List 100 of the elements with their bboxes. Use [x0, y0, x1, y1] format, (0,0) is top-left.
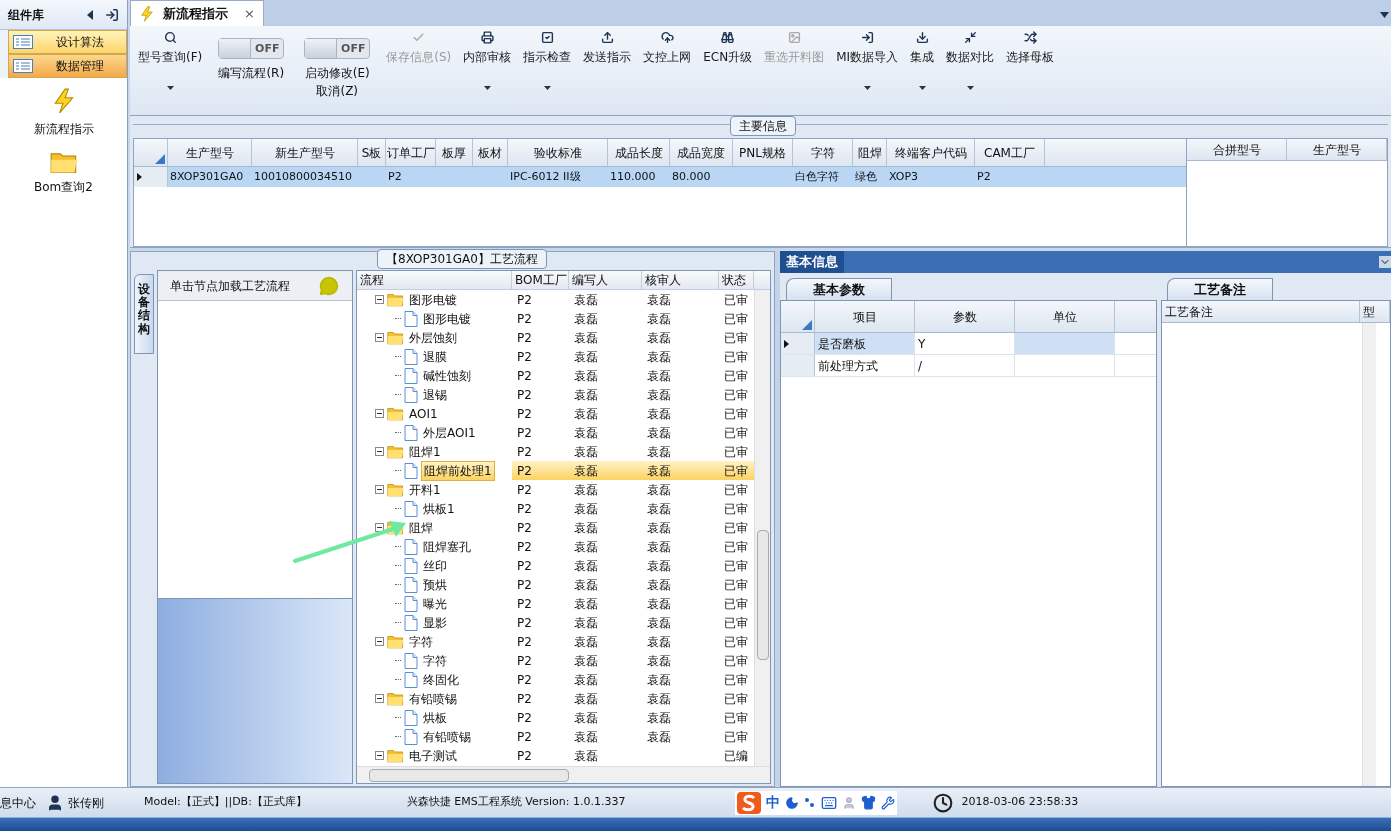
column-header[interactable]: 终端客户代码 [887, 139, 975, 166]
column-header[interactable]: 工艺备注 [1162, 301, 1360, 322]
toolbar-button[interactable]: 内部审核 [459, 26, 516, 66]
collapse-box-icon[interactable] [375, 751, 384, 760]
document-tab[interactable]: 新流程指示 × [130, 0, 264, 26]
column-header[interactable]: 生产型号 [168, 139, 252, 166]
keyboard-icon[interactable] [821, 794, 838, 811]
wrench-icon[interactable] [881, 795, 896, 810]
column-header[interactable]: 板厚 [436, 139, 473, 166]
collapse-box-icon[interactable] [375, 333, 384, 342]
sidebar-item[interactable]: 设计算法 [8, 30, 127, 54]
collapse-left-icon[interactable] [87, 9, 93, 20]
column-header[interactable]: 板材 [473, 139, 508, 166]
toolbar-button[interactable]: 文控上网 [639, 26, 696, 66]
tree-node[interactable]: 有铅喷锡 [421, 727, 473, 746]
column-header[interactable]: 型 [1360, 301, 1390, 322]
close-icon[interactable]: × [244, 3, 255, 24]
toolbar-button[interactable]: 型号查询(F) [134, 26, 207, 66]
sidebar-item[interactable]: 数据管理 [8, 54, 127, 78]
collapse-box-icon[interactable] [375, 523, 384, 532]
toolbar-button[interactable]: 指示检查 [519, 26, 576, 66]
column-header[interactable]: 成品长度 [608, 139, 670, 166]
column-header[interactable]: 状态 [719, 271, 754, 289]
toolbar-button[interactable]: 数据对比 [942, 26, 999, 66]
tree-node[interactable]: 烘板1 [421, 499, 457, 518]
tree-node[interactable]: 曝光 [421, 594, 449, 613]
tree-node[interactable]: AOI1 [407, 404, 440, 423]
tree-node[interactable]: 电子测试 [407, 746, 459, 765]
toolbar-button[interactable]: MI数据导入 [832, 26, 903, 66]
column-header[interactable]: 流程 [357, 271, 512, 289]
tree-node[interactable]: 预烘 [421, 575, 449, 594]
collapse-box-icon[interactable] [375, 485, 384, 494]
collapse-box-icon[interactable] [375, 295, 384, 304]
column-header[interactable]: 核审人 [642, 271, 719, 289]
column-header[interactable]: CAM工厂 [975, 139, 1045, 166]
toolbar-button[interactable]: 发送指示 [579, 26, 636, 66]
tree-node[interactable]: 字符 [407, 632, 435, 651]
column-header[interactable]: 订单工厂 [386, 139, 436, 166]
panel-tab[interactable]: 基本参数 [786, 278, 892, 300]
tree-node[interactable]: 外层AOI1 [421, 423, 478, 442]
column-header[interactable]: 阻焊 [853, 139, 887, 166]
shirt-icon[interactable] [861, 795, 877, 810]
column-header[interactable]: 合拼型号 [1187, 139, 1287, 160]
column-header[interactable]: 字符 [793, 139, 853, 166]
shortcut-button[interactable]: 新流程指示 [33, 86, 94, 138]
toolbar-button[interactable]: 集成 [906, 26, 939, 66]
column-header[interactable]: BOM工厂 [512, 271, 569, 289]
ime-mode[interactable]: 中 [766, 792, 781, 813]
tree-node[interactable]: 开料1 [407, 480, 443, 499]
moon-icon[interactable] [785, 795, 800, 810]
toggle-switch[interactable]: OFF [304, 38, 371, 59]
tree-node[interactable]: 阻焊 [407, 518, 435, 537]
tree-node[interactable]: 烘板 [421, 708, 449, 727]
horizontal-scrollbar[interactable] [357, 766, 770, 783]
tree-node[interactable]: 退锡 [421, 385, 449, 404]
tree-node[interactable]: 图形电镀 [407, 290, 459, 309]
collapse-box-icon[interactable] [375, 637, 384, 646]
tree-node[interactable]: 阻焊塞孔 [421, 537, 473, 556]
panel-tab[interactable]: 基本信息 [780, 251, 844, 273]
vertical-scrollbar[interactable] [1362, 323, 1376, 786]
column-header[interactable]: 编写人 [569, 271, 642, 289]
tree-node[interactable]: 碱性蚀刻 [421, 366, 473, 385]
tree-node[interactable]: 字符 [421, 651, 449, 670]
tree-node[interactable]: 阻焊1 [407, 442, 443, 461]
panel-tab[interactable]: 工艺备注 [1167, 278, 1273, 300]
column-header[interactable]: 生产型号 [1287, 139, 1387, 160]
dropdown-caret-icon[interactable] [483, 86, 491, 90]
ime-toolbar[interactable]: 中 [735, 790, 898, 815]
dropdown-caret-icon[interactable] [918, 86, 926, 90]
table-row[interactable]: 8XOP301GA0 10010800034510 P2 IPC-6012 II级 110.000 80.000 白色字符 绿色 XOP3 P2 [134, 167, 1186, 187]
tree-node[interactable]: 显影 [421, 613, 449, 632]
dropdown-caret-icon[interactable] [166, 86, 174, 90]
toggle-switch[interactable]: OFF [218, 38, 285, 59]
column-header[interactable]: 参数 [915, 301, 1015, 332]
column-header[interactable]: S板 [358, 139, 386, 166]
tree-node[interactable]: 终固化 [421, 670, 461, 689]
column-header[interactable]: 验收标准 [508, 139, 608, 166]
column-header[interactable]: 项目 [815, 301, 915, 332]
row-header[interactable] [781, 333, 815, 354]
collapse-box-icon[interactable] [375, 694, 384, 703]
toolbar-button[interactable]: 选择母板 [1002, 26, 1059, 66]
shortcut-button[interactable]: Bom查询2 [34, 150, 93, 196]
vertical-tab[interactable]: 设备结构 [134, 274, 154, 354]
collapse-box-icon[interactable] [375, 447, 384, 456]
punctuation-icon[interactable] [804, 796, 817, 809]
tree-node[interactable]: 外层蚀刻 [407, 328, 459, 347]
vertical-scrollbar[interactable] [754, 290, 770, 766]
tree-node[interactable]: 阻焊前处理1 [421, 460, 495, 481]
column-header[interactable]: PNL规格 [733, 139, 793, 166]
dropdown-caret-icon[interactable] [863, 86, 871, 90]
column-header[interactable]: 新生产型号 [252, 139, 358, 166]
column-header[interactable]: 成品宽度 [670, 139, 733, 166]
collapse-box-icon[interactable] [375, 409, 384, 418]
tree-node[interactable]: 有铅喷锡 [407, 689, 459, 708]
tree-node[interactable]: 丝印 [421, 556, 449, 575]
tree-node[interactable]: 图形电镀 [421, 309, 473, 328]
dropdown-caret-icon[interactable] [966, 86, 974, 90]
toolbar-button[interactable]: ECN升级 [699, 26, 757, 66]
tree-node[interactable]: 退膜 [421, 347, 449, 366]
dropdown-caret-icon[interactable] [1380, 12, 1389, 18]
